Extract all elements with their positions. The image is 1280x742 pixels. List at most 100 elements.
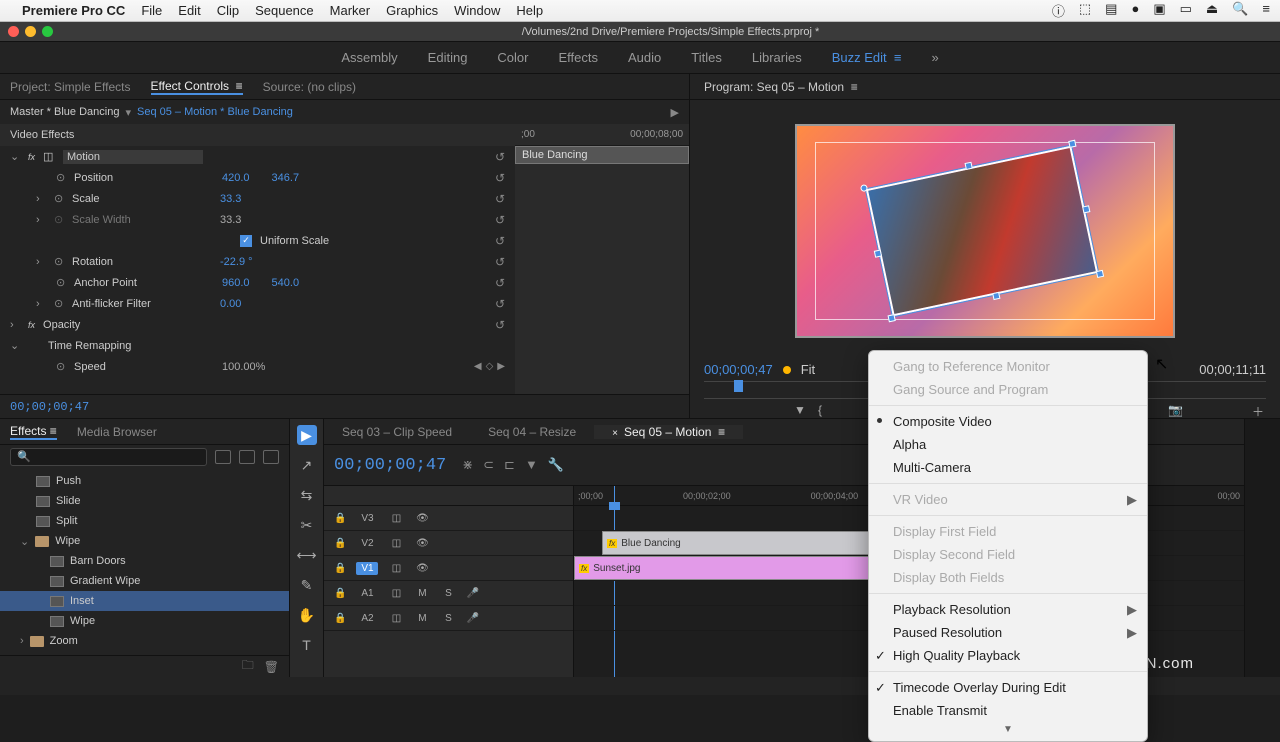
program-playhead[interactable]: [734, 380, 743, 392]
ws-overflow[interactable]: »: [931, 50, 938, 65]
camera-icon[interactable]: 📷: [1168, 403, 1182, 417]
ws-audio[interactable]: Audio: [628, 50, 661, 65]
effect-folder-wipe[interactable]: ⌄Wipe: [0, 531, 289, 551]
timeline-tab-seq05[interactable]: ×Seq 05 – Motion ≡: [594, 425, 743, 439]
track-select-tool[interactable]: ↗: [297, 455, 317, 475]
effect-mini-timeline[interactable]: ;00 00;00;08;00 Blue Dancing: [515, 124, 689, 394]
program-canvas[interactable]: [795, 124, 1175, 338]
menu-help[interactable]: Help: [516, 3, 543, 18]
prop-uniform-scale[interactable]: ✓ Uniform Scale ↺: [0, 230, 515, 251]
tab-source[interactable]: Source: (no clips): [263, 80, 356, 94]
new-bin-icon[interactable]: 🗀: [242, 656, 254, 677]
speed-value[interactable]: 100.00%: [222, 361, 265, 373]
transform-handle[interactable]: [888, 314, 896, 322]
effects-search-input[interactable]: [10, 448, 207, 466]
ws-color[interactable]: Color: [497, 50, 528, 65]
position-x[interactable]: 420.0: [222, 172, 250, 184]
effect-controls-timecode[interactable]: 00;00;00;47: [0, 394, 689, 418]
effect-folder-zoom[interactable]: ›Zoom: [0, 631, 289, 651]
eject-icon[interactable]: ⏏: [1206, 1, 1218, 20]
mark-in-button[interactable]: {: [818, 403, 832, 417]
track-v2[interactable]: 🔒V2◫👁: [324, 531, 573, 556]
tab-project[interactable]: Project: Simple Effects: [10, 80, 131, 94]
ws-effects[interactable]: Effects: [559, 50, 599, 65]
rotation-value[interactable]: -22.9 °: [220, 256, 253, 268]
transform-handle[interactable]: [1096, 270, 1104, 278]
menu-window[interactable]: Window: [454, 3, 500, 18]
time-remapping-group[interactable]: ⌄ Time Remapping: [0, 335, 515, 356]
target-sequence-link[interactable]: Seq 05 – Motion * Blue Dancing: [137, 106, 293, 118]
transform-handle[interactable]: [965, 162, 973, 170]
ws-libraries[interactable]: Libraries: [752, 50, 802, 65]
spotlight-icon[interactable]: 🔍: [1232, 1, 1248, 20]
antiflicker-value[interactable]: 0.00: [220, 298, 241, 310]
list-icon[interactable]: ≡: [1262, 1, 1270, 20]
razor-tool[interactable]: ✂: [297, 515, 317, 535]
menu-graphics[interactable]: Graphics: [386, 3, 438, 18]
cc-icon[interactable]: ▤: [1105, 1, 1117, 20]
transform-handle[interactable]: [992, 292, 1000, 300]
tab-effects[interactable]: Effects ≡: [10, 424, 57, 440]
tab-media-browser[interactable]: Media Browser: [77, 425, 157, 439]
info-icon[interactable]: ⓘ: [1052, 1, 1065, 20]
snap-icon[interactable]: ⋇: [462, 457, 473, 473]
filter-icon-3[interactable]: [263, 450, 279, 464]
position-y[interactable]: 346.7: [272, 172, 300, 184]
marker-add-icon[interactable]: ▼: [525, 457, 538, 473]
ripple-tool[interactable]: ⇆: [297, 485, 317, 505]
ws-editing[interactable]: Editing: [428, 50, 468, 65]
menu-file[interactable]: File: [141, 3, 162, 18]
menu-item-composite-video[interactable]: Composite Video: [869, 410, 1147, 433]
anchor-x[interactable]: 960.0: [222, 277, 250, 289]
menu-item-enable-transmit[interactable]: Enable Transmit: [869, 699, 1147, 722]
anchor-y[interactable]: 540.0: [272, 277, 300, 289]
menu-item-alpha[interactable]: Alpha: [869, 433, 1147, 456]
slip-tool[interactable]: ⟷: [297, 545, 317, 565]
menu-edit[interactable]: Edit: [178, 3, 200, 18]
timeline-timecode[interactable]: 00;00;00;47: [334, 456, 446, 475]
dot-icon[interactable]: ●: [1131, 1, 1139, 20]
effect-item-wipe[interactable]: Wipe: [0, 611, 289, 631]
menu-item-multi-camera[interactable]: Multi-Camera: [869, 456, 1147, 479]
dropbox-icon[interactable]: ⬚: [1079, 1, 1091, 20]
program-current-tc[interactable]: 00;00;00;47: [704, 362, 773, 377]
effect-item-push[interactable]: Push: [0, 471, 289, 491]
menu-item-hq-playback[interactable]: ✓High Quality Playback: [869, 644, 1147, 667]
uniform-scale-checkbox[interactable]: ✓: [240, 235, 252, 247]
menu-item-timecode-overlay[interactable]: ✓Timecode Overlay During Edit: [869, 676, 1147, 699]
program-viewport[interactable]: [690, 100, 1280, 362]
transform-handle[interactable]: [1082, 205, 1090, 213]
filter-icon-1[interactable]: [215, 450, 231, 464]
selection-tool[interactable]: ▶: [297, 425, 317, 445]
track-a2[interactable]: 🔒A2◫MS🎤: [324, 606, 573, 631]
ws-titles[interactable]: Titles: [691, 50, 722, 65]
transform-handle[interactable]: [860, 184, 868, 192]
effect-item-barn-doors[interactable]: Barn Doors: [0, 551, 289, 571]
effect-item-slide[interactable]: Slide: [0, 491, 289, 511]
wrench-icon[interactable]: 🔧: [548, 457, 564, 473]
zoom-fit[interactable]: Fit: [801, 362, 815, 377]
effect-item-split[interactable]: Split: [0, 511, 289, 531]
timeline-tab-seq03[interactable]: Seq 03 – Clip Speed: [324, 425, 470, 439]
reset-icon[interactable]: ↺: [495, 150, 505, 164]
record-icon[interactable]: ▣: [1153, 1, 1165, 20]
tab-effect-controls[interactable]: Effect Controls ≡: [151, 79, 243, 95]
maximize-button[interactable]: [42, 26, 53, 37]
menu-marker[interactable]: Marker: [330, 3, 370, 18]
airplay-icon[interactable]: ▭: [1180, 1, 1192, 20]
close-icon[interactable]: ×: [612, 428, 618, 439]
marker-icon[interactable]: ⊏: [504, 457, 515, 473]
hand-tool[interactable]: ✋: [297, 605, 317, 625]
add-marker-button[interactable]: ▼: [794, 403, 808, 417]
track-v3[interactable]: 🔒V3◫👁: [324, 506, 573, 531]
pen-tool[interactable]: ✎: [297, 575, 317, 595]
timeline-tab-seq04[interactable]: Seq 04 – Resize: [470, 425, 594, 439]
linked-selection-icon[interactable]: ⊂: [483, 457, 494, 473]
menu-sequence[interactable]: Sequence: [255, 3, 314, 18]
delete-icon[interactable]: 🗑: [264, 660, 279, 674]
menu-scroll-down[interactable]: ▼: [869, 722, 1147, 737]
track-a1[interactable]: 🔒A1◫MS🎤: [324, 581, 573, 606]
program-tab[interactable]: Program: Seq 05 – Motion ≡: [690, 74, 1280, 100]
close-button[interactable]: [8, 26, 19, 37]
transform-handle[interactable]: [874, 249, 882, 257]
